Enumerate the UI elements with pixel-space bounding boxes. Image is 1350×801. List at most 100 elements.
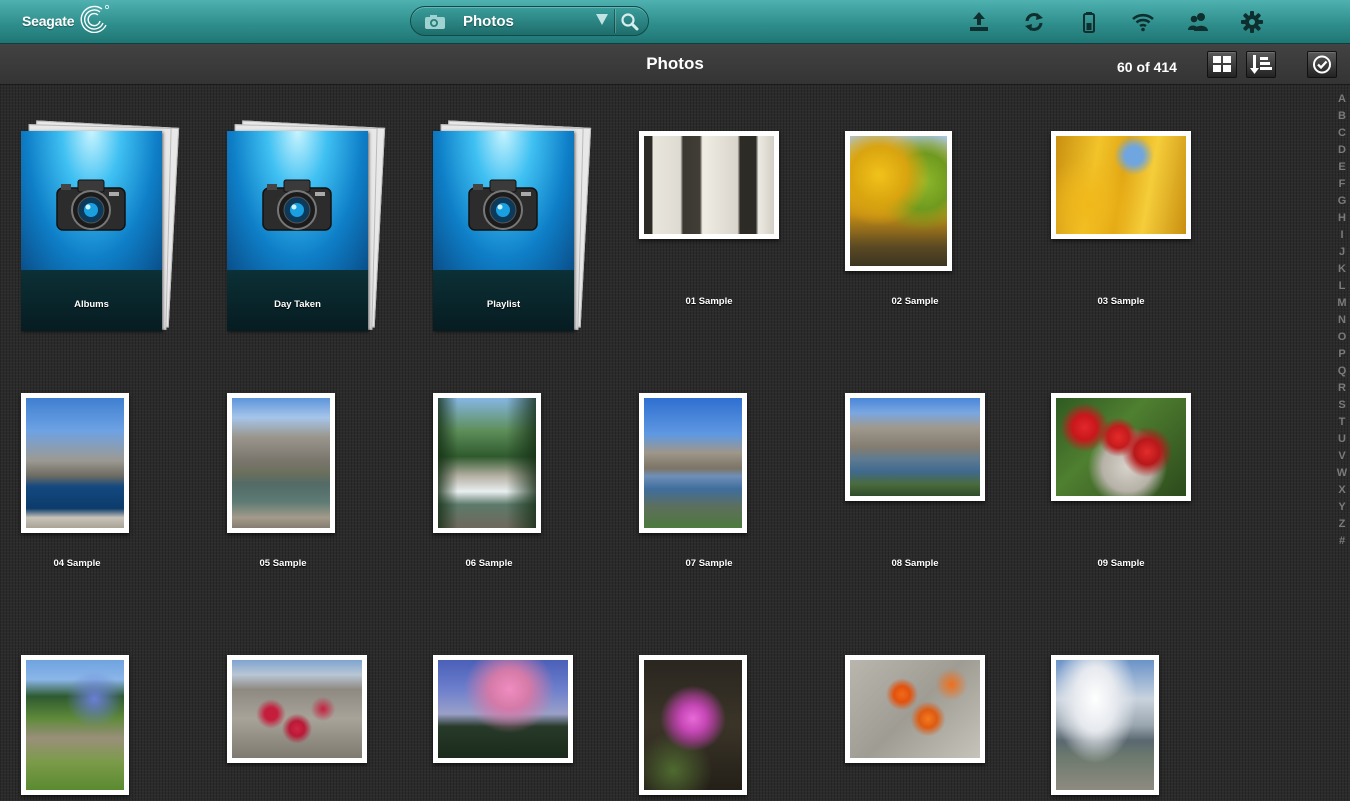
alphabet-letter[interactable]: M <box>1334 295 1350 312</box>
alphabet-letter[interactable]: T <box>1334 414 1350 431</box>
photo-image <box>644 660 742 790</box>
divider <box>614 9 615 33</box>
alphabet-letter[interactable]: O <box>1334 329 1350 346</box>
folder-label: Playlist <box>486 299 521 310</box>
source-selector[interactable]: Photos <box>410 6 649 36</box>
photo-thumbnail[interactable] <box>433 393 541 533</box>
photo-thumbnail[interactable] <box>639 131 779 239</box>
alphabet-letter[interactable]: Z <box>1334 516 1350 533</box>
alphabet-letter[interactable]: L <box>1334 278 1350 295</box>
photo-thumbnail[interactable] <box>1051 655 1159 795</box>
users-icon[interactable] <box>1186 10 1210 34</box>
photo-label: 01 Sample <box>685 296 733 307</box>
photo-image <box>232 660 362 758</box>
photo-thumbnail[interactable] <box>227 655 367 763</box>
camera-icon <box>425 15 445 29</box>
alphabet-letter[interactable]: D <box>1334 142 1350 159</box>
alphabet-letter[interactable]: A <box>1334 91 1350 108</box>
check-circle-icon <box>1313 55 1331 74</box>
camera-icon <box>468 179 538 231</box>
seagate-logo[interactable]: Seagate <box>22 5 110 35</box>
folder-albums[interactable]: Albums <box>21 120 221 331</box>
alphabet-letter[interactable]: V <box>1334 448 1350 465</box>
folder-label: Albums <box>74 299 109 310</box>
alphabet-letter[interactable]: I <box>1334 227 1350 244</box>
folder-label: Day Taken <box>274 299 321 310</box>
folder-cover: Day Taken <box>227 131 368 331</box>
alphabet-letter[interactable]: X <box>1334 482 1350 499</box>
gear-icon[interactable] <box>1240 10 1264 34</box>
photo-label: 02 Sample <box>891 296 939 307</box>
photo-label: 09 Sample <box>1097 558 1145 569</box>
photo-label: 06 Sample <box>465 558 513 569</box>
photo-thumbnail[interactable] <box>227 393 335 533</box>
folder-day-taken[interactable]: Day Taken <box>227 120 427 331</box>
photo-image <box>850 660 980 758</box>
photo-thumbnail[interactable] <box>639 655 747 795</box>
alphabet-letter[interactable]: E <box>1334 159 1350 176</box>
folder-stack: Albums <box>21 120 181 332</box>
alphabet-letter[interactable]: S <box>1334 397 1350 414</box>
photo-thumbnail[interactable] <box>21 655 129 795</box>
photo-image <box>1056 660 1154 790</box>
grid-view-button[interactable] <box>1207 51 1237 78</box>
photo-image <box>1056 398 1186 496</box>
photo-thumbnail[interactable] <box>845 393 985 501</box>
photo-thumbnail[interactable] <box>845 131 952 271</box>
photo-thumbnail[interactable] <box>433 655 573 763</box>
source-label: Photos <box>463 13 514 30</box>
folder-cover: Playlist <box>433 131 574 331</box>
photo-image <box>438 660 568 758</box>
sync-icon[interactable] <box>1022 10 1046 34</box>
photo-image <box>644 136 774 234</box>
photo-thumbnail[interactable] <box>1051 393 1191 501</box>
photo-label: 04 Sample <box>53 558 101 569</box>
alphabet-letter[interactable]: J <box>1334 244 1350 261</box>
photo-image <box>232 398 330 528</box>
photo-image <box>26 398 124 528</box>
camera-icon <box>56 179 126 231</box>
photo-label: 05 Sample <box>259 558 307 569</box>
wifi-icon[interactable] <box>1131 10 1155 34</box>
upload-icon[interactable] <box>967 10 991 34</box>
alphabet-letter[interactable]: G <box>1334 193 1350 210</box>
battery-icon[interactable] <box>1077 10 1101 34</box>
alphabet-letter[interactable]: R <box>1334 380 1350 397</box>
sort-icon <box>1250 55 1272 74</box>
alphabet-letter[interactable]: C <box>1334 125 1350 142</box>
alphabet-index: A B C D E F G H I J K L M N O P Q R S T U V W X Y Z # <box>1334 91 1350 550</box>
photo-label: 08 Sample <box>891 558 939 569</box>
folder-stack: Day Taken <box>227 120 387 332</box>
folder-cover: Albums <box>21 131 162 331</box>
alphabet-letter[interactable]: # <box>1334 533 1350 550</box>
title-bar: Photos 60 of 414 <box>0 44 1350 85</box>
folder-stack: Playlist <box>433 120 593 332</box>
alphabet-letter[interactable]: Q <box>1334 363 1350 380</box>
dropdown-caret-icon[interactable] <box>596 14 608 25</box>
alphabet-letter[interactable]: N <box>1334 312 1350 329</box>
photo-thumbnail[interactable] <box>845 655 985 763</box>
photo-thumbnail[interactable] <box>21 393 129 533</box>
sort-button[interactable] <box>1246 51 1276 78</box>
search-icon[interactable] <box>620 12 640 32</box>
alphabet-letter[interactable]: F <box>1334 176 1350 193</box>
photo-image <box>850 398 980 496</box>
photo-thumbnail[interactable] <box>1051 131 1191 239</box>
alphabet-letter[interactable]: P <box>1334 346 1350 363</box>
photo-image <box>438 398 536 528</box>
alphabet-letter[interactable]: W <box>1334 465 1350 482</box>
photo-label: 07 Sample <box>685 558 733 569</box>
select-button[interactable] <box>1307 51 1337 78</box>
photo-label: 03 Sample <box>1097 296 1145 307</box>
alphabet-letter[interactable]: H <box>1334 210 1350 227</box>
alphabet-letter[interactable]: U <box>1334 431 1350 448</box>
brand-name: Seagate <box>22 13 75 29</box>
photo-image <box>1056 136 1186 234</box>
top-bar: Seagate Photos <box>0 0 1350 44</box>
photo-thumbnail[interactable] <box>639 393 747 533</box>
photo-image <box>26 660 124 790</box>
folder-playlist[interactable]: Playlist <box>433 120 633 331</box>
alphabet-letter[interactable]: K <box>1334 261 1350 278</box>
alphabet-letter[interactable]: B <box>1334 108 1350 125</box>
alphabet-letter[interactable]: Y <box>1334 499 1350 516</box>
